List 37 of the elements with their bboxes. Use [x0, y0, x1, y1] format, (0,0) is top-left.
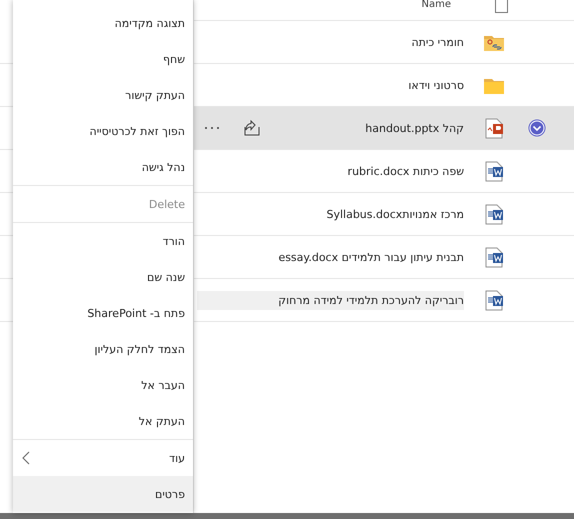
menu-item[interactable]: העתק אל: [13, 403, 193, 439]
menu-item[interactable]: הפוך זאת לכרטיסייה: [13, 113, 193, 149]
menu-item[interactable]: שנה שם: [13, 259, 193, 295]
menu-item[interactable]: נהל גישה: [13, 149, 193, 185]
file-row[interactable]: רובריקה להערכת תלמידי למידה מרחוק: [194, 279, 574, 322]
file-name[interactable]: שפה כיתות rubric.docx: [197, 162, 464, 180]
select-all-checkbox[interactable]: [495, 0, 508, 13]
menu-item[interactable]: פתח ב- SharePoint: [13, 295, 193, 331]
file-name[interactable]: סרטוני וידאו: [197, 76, 464, 94]
word-file-icon: [483, 290, 505, 310]
menu-item[interactable]: העבר אל: [13, 367, 193, 403]
menu-item[interactable]: תצוגה מקדימה: [13, 5, 193, 41]
file-name[interactable]: קהל handout.pptx: [287, 118, 464, 138]
chevron-left-icon: [22, 451, 30, 465]
menu-item[interactable]: עוד: [13, 440, 193, 476]
file-name[interactable]: חומרי כיתה: [197, 32, 464, 52]
column-header[interactable]: Name: [421, 0, 451, 10]
file-row[interactable]: תבנית עיתון עבור תלמידים essay.docx: [194, 236, 574, 279]
file-row[interactable]: קהל handout.pptx: [194, 107, 574, 150]
file-name[interactable]: מרכז אמנויותSyllabus.docx: [197, 204, 464, 224]
menu-item[interactable]: שחף: [13, 41, 193, 77]
file-row[interactable]: חומרי כיתה: [194, 21, 574, 64]
menu-item[interactable]: פרטים: [13, 476, 193, 512]
file-row[interactable]: מרכז אמנויותSyllabus.docx: [194, 193, 574, 236]
menu-item[interactable]: הצמד לחלק העליון: [13, 331, 193, 367]
powerpoint-file-icon: [483, 118, 505, 138]
word-file-icon: [483, 204, 505, 224]
selected-check-icon[interactable]: [528, 119, 546, 137]
file-name[interactable]: רובריקה להערכת תלמידי למידה מרחוק: [197, 290, 464, 310]
more-icon[interactable]: [204, 126, 220, 130]
file-row[interactable]: שפה כיתות rubric.docx: [194, 150, 574, 193]
share-icon[interactable]: [242, 120, 260, 136]
word-file-icon: [483, 160, 505, 182]
word-file-icon: [483, 246, 505, 268]
menu-item[interactable]: הורד: [13, 223, 193, 259]
file-name[interactable]: תבנית עיתון עבור תלמידים essay.docx: [197, 248, 464, 266]
menu-item[interactable]: העתק קישור: [13, 77, 193, 113]
